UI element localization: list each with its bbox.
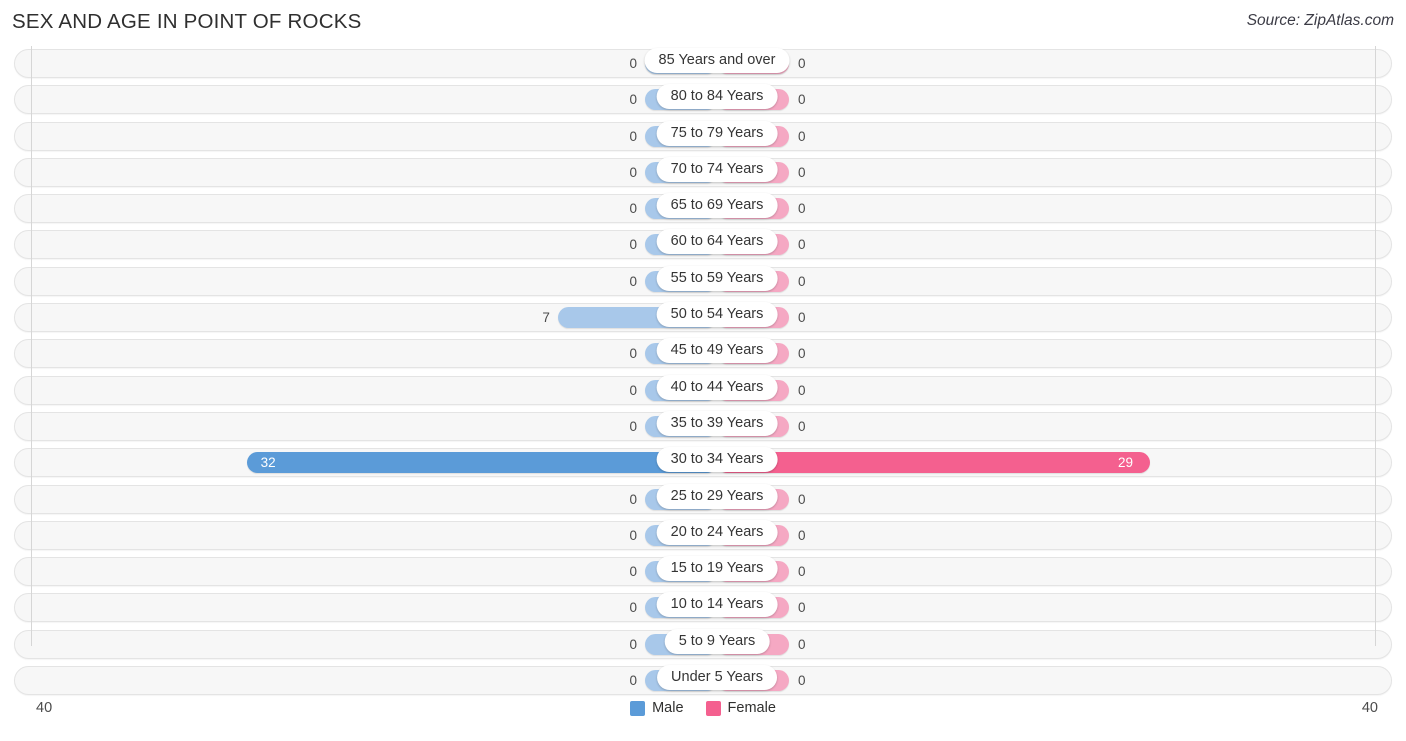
- male-value-label: 0: [629, 128, 637, 144]
- male-value-label: 0: [629, 636, 637, 652]
- age-group-label: 30 to 34 Years: [656, 447, 778, 473]
- chart-header: SEX AND AGE IN POINT OF ROCKS Source: Zi…: [0, 0, 1406, 46]
- age-group-label: 50 to 54 Years: [656, 302, 778, 328]
- table-row[interactable]: 0 0 5 to 9 Years: [14, 627, 1392, 663]
- female-value-label: 0: [798, 164, 806, 180]
- age-group-label: 80 to 84 Years: [656, 84, 778, 110]
- table-row[interactable]: 32 29 30 to 34 Years: [14, 445, 1392, 481]
- table-row[interactable]: 0 0 60 to 64 Years: [14, 227, 1392, 263]
- male-value-label: 0: [629, 382, 637, 398]
- female-value-label: 0: [798, 636, 806, 652]
- age-group-label: 65 to 69 Years: [656, 193, 778, 219]
- age-group-label: 10 to 14 Years: [656, 592, 778, 618]
- male-value-label: 0: [629, 673, 637, 689]
- age-group-label: 45 to 49 Years: [656, 338, 778, 364]
- age-group-label: 70 to 74 Years: [656, 156, 778, 182]
- female-value-label: 0: [798, 527, 806, 543]
- chart-footer: 40 40 Male Female: [14, 694, 1392, 734]
- female-value-label: 0: [798, 673, 806, 689]
- female-value-label: 0: [798, 56, 806, 71]
- age-group-label: 5 to 9 Years: [664, 628, 770, 654]
- female-value-label: 0: [798, 273, 806, 289]
- legend-label: Male: [652, 700, 684, 716]
- legend-swatch-icon: [705, 700, 721, 716]
- legend-item-female[interactable]: Female: [705, 700, 776, 716]
- female-value-label: 0: [798, 237, 806, 253]
- table-row[interactable]: 0 0 75 to 79 Years: [14, 119, 1392, 155]
- pyramid-chart-plot-area: 0 0 85 Years and over 0 0 80 to 84 Years 0 0 75 …: [14, 46, 1392, 696]
- legend-label: Female: [727, 700, 776, 716]
- male-value-label: 32: [260, 455, 276, 471]
- table-row[interactable]: 0 0 55 to 59 Years: [14, 264, 1392, 300]
- female-value-label: 0: [798, 92, 806, 108]
- table-row[interactable]: 0 0 80 to 84 Years: [14, 82, 1392, 118]
- age-group-label: 25 to 29 Years: [656, 483, 778, 509]
- female-value-label: 0: [798, 382, 806, 398]
- female-value-label: 0: [798, 600, 806, 616]
- male-value-label: 0: [629, 491, 637, 507]
- table-row[interactable]: 0 0 40 to 44 Years: [14, 373, 1392, 409]
- page-title: SEX AND AGE IN POINT OF ROCKS: [12, 10, 362, 33]
- age-group-label: 85 Years and over: [644, 48, 790, 73]
- age-group-label: 15 to 19 Years: [656, 556, 778, 582]
- male-value-label: 0: [629, 273, 637, 289]
- table-row[interactable]: 0 0 35 to 39 Years: [14, 409, 1392, 445]
- table-row[interactable]: 0 0 20 to 24 Years: [14, 518, 1392, 554]
- male-value-label: 0: [629, 564, 637, 580]
- age-group-label: 55 to 59 Years: [656, 265, 778, 291]
- chart-rows: 0 0 85 Years and over 0 0 80 to 84 Years 0 0 75 …: [14, 46, 1392, 699]
- male-bar[interactable]: [246, 452, 717, 474]
- female-bar[interactable]: [717, 452, 1151, 474]
- female-value-label: 0: [798, 564, 806, 580]
- male-value-label: 0: [629, 418, 637, 434]
- table-row[interactable]: 0 0 65 to 69 Years: [14, 191, 1392, 227]
- female-value-label: 0: [798, 346, 806, 362]
- male-value-label: 0: [629, 346, 637, 362]
- age-group-label: 60 to 64 Years: [656, 229, 778, 255]
- female-value-label: 0: [798, 201, 806, 217]
- age-group-label: 75 to 79 Years: [656, 120, 778, 146]
- chart-legend: Male Female: [14, 700, 1392, 716]
- table-row[interactable]: 7 0 50 to 54 Years: [14, 300, 1392, 336]
- male-value-label: 0: [629, 237, 637, 253]
- table-row[interactable]: 0 0 70 to 74 Years: [14, 155, 1392, 191]
- age-group-label: 35 to 39 Years: [656, 410, 778, 436]
- table-row[interactable]: 0 0 25 to 29 Years: [14, 482, 1392, 518]
- female-value-label: 29: [1118, 455, 1134, 471]
- age-group-label: 20 to 24 Years: [656, 519, 778, 545]
- table-row[interactable]: 0 0 10 to 14 Years: [14, 590, 1392, 626]
- axis-line-right: [1375, 46, 1376, 646]
- source-attribution: Source: ZipAtlas.com: [1246, 12, 1394, 29]
- table-row[interactable]: 0 0 45 to 49 Years: [14, 336, 1392, 372]
- male-value-label: 0: [629, 164, 637, 180]
- male-value-label: 0: [629, 527, 637, 543]
- table-row[interactable]: 0 0 85 Years and over: [14, 46, 1392, 82]
- male-value-label: 0: [629, 92, 637, 108]
- male-value-label: 0: [629, 600, 637, 616]
- axis-line-left: [31, 46, 32, 646]
- female-value-label: 0: [798, 310, 806, 326]
- age-group-label: Under 5 Years: [657, 665, 777, 691]
- legend-item-male[interactable]: Male: [630, 700, 684, 716]
- female-value-label: 0: [798, 128, 806, 144]
- age-group-label: 40 to 44 Years: [656, 374, 778, 400]
- female-value-label: 0: [798, 418, 806, 434]
- female-value-label: 0: [798, 491, 806, 507]
- male-value-label: 0: [629, 201, 637, 217]
- table-row[interactable]: 0 0 15 to 19 Years: [14, 554, 1392, 590]
- male-value-label: 7: [542, 310, 550, 326]
- legend-swatch-icon: [630, 700, 646, 716]
- male-value-label: 0: [629, 56, 637, 71]
